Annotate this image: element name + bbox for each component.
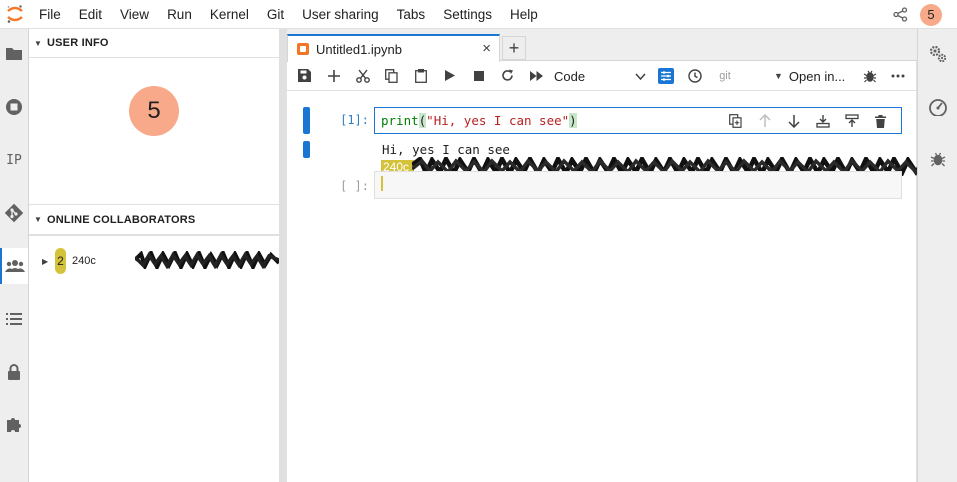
caret-down-icon: ▼ bbox=[34, 215, 43, 224]
property-inspector-icon[interactable] bbox=[918, 36, 957, 72]
redacted-scribble bbox=[135, 251, 279, 269]
menu-user-sharing[interactable]: User sharing bbox=[293, 0, 388, 29]
online-collaborators-header[interactable]: ▼ ONLINE COLLABORATORS bbox=[29, 204, 279, 236]
caret-down-icon: ▼ bbox=[774, 71, 783, 81]
delete-cell-icon[interactable] bbox=[866, 111, 895, 131]
caret-right-icon[interactable]: ▶ bbox=[42, 257, 52, 266]
menubar-right: 5 bbox=[886, 0, 957, 29]
menu-run[interactable]: Run bbox=[158, 0, 201, 29]
duplicate-cell-icon[interactable] bbox=[721, 111, 750, 131]
collaborator-badge: 2 bbox=[55, 248, 66, 274]
panel-splitter[interactable] bbox=[279, 29, 287, 482]
jupyter-logo-icon[interactable] bbox=[0, 0, 30, 29]
open-in-menu[interactable]: ▼ Open in... bbox=[774, 61, 845, 91]
git-icon[interactable] bbox=[0, 195, 28, 231]
notebook-cells: [1]: print("Hi, yes I can see") Hi, yes … bbox=[287, 91, 932, 482]
folder-icon[interactable] bbox=[0, 35, 28, 71]
tab-bar: Untitled1.ipynb × + bbox=[287, 29, 917, 62]
cell-type-value: Code bbox=[554, 68, 586, 84]
clock-icon[interactable] bbox=[685, 61, 705, 91]
code-close-paren: ) bbox=[569, 113, 577, 128]
tab-untitled1[interactable]: Untitled1.ipynb × bbox=[287, 34, 500, 62]
move-up-icon[interactable] bbox=[750, 111, 779, 131]
menu-kernel[interactable]: Kernel bbox=[201, 0, 258, 29]
table-of-contents-icon[interactable] bbox=[0, 301, 28, 337]
add-cell-icon[interactable] bbox=[319, 62, 348, 90]
output-collapser[interactable] bbox=[303, 141, 310, 158]
extensions-icon[interactable] bbox=[0, 406, 28, 442]
git-diff-button[interactable]: git bbox=[715, 61, 735, 91]
debugger-icon[interactable] bbox=[918, 141, 957, 177]
input-prompt: [ ]: bbox=[340, 179, 369, 193]
menu-edit[interactable]: Edit bbox=[70, 0, 111, 29]
cell-toolbar bbox=[721, 111, 895, 131]
user-info-title: USER INFO bbox=[47, 37, 109, 49]
code-string: "Hi, yes I can see" bbox=[426, 113, 570, 128]
ip-label: IP bbox=[6, 152, 22, 168]
collaborators-icon[interactable] bbox=[0, 248, 28, 284]
input-collapser[interactable] bbox=[303, 107, 310, 134]
collaborator-cursor bbox=[381, 176, 383, 191]
stop-icon[interactable] bbox=[464, 62, 493, 90]
add-tab-button[interactable]: + bbox=[502, 36, 526, 60]
insert-below-icon[interactable] bbox=[837, 111, 866, 131]
save-icon[interactable] bbox=[290, 62, 319, 90]
restart-run-all-icon[interactable] bbox=[522, 62, 551, 90]
code-cell-editor[interactable]: print("Hi, yes I can see") bbox=[374, 107, 902, 134]
collaborator-name: 240c bbox=[72, 255, 96, 267]
cell-output: Hi, yes I can see bbox=[382, 142, 510, 157]
cell-type-select[interactable]: Code bbox=[554, 65, 646, 87]
caret-down-icon: ▼ bbox=[34, 38, 43, 48]
debugger-toggle-icon[interactable] bbox=[859, 61, 881, 91]
share-icon[interactable] bbox=[886, 1, 914, 29]
menu-view[interactable]: View bbox=[111, 0, 158, 29]
notebook-toolbar: Code git ▼ Open in... bbox=[287, 61, 917, 91]
menu-git[interactable]: Git bbox=[258, 0, 293, 29]
run-icon[interactable] bbox=[435, 62, 464, 90]
code-line: print("Hi, yes I can see") bbox=[381, 113, 577, 128]
kernel-usage-icon[interactable] bbox=[918, 89, 957, 125]
online-collaborators-title: ONLINE COLLABORATORS bbox=[47, 213, 196, 226]
menu-tabs[interactable]: Tabs bbox=[388, 0, 435, 29]
tab-title: Untitled1.ipynb bbox=[316, 41, 402, 57]
chevron-down-icon bbox=[635, 69, 646, 84]
move-down-icon[interactable] bbox=[779, 111, 808, 131]
jupyterlab-window: File Edit View Run Kernel Git User shari… bbox=[0, 0, 957, 482]
user-info-header[interactable]: ▼ USER INFO bbox=[29, 29, 279, 58]
code-function: print bbox=[381, 113, 419, 128]
close-icon[interactable]: × bbox=[482, 40, 491, 57]
empty-code-cell-editor[interactable] bbox=[374, 171, 902, 199]
notebook-area: Untitled1.ipynb × + Code git ▼ Open in..… bbox=[287, 29, 932, 482]
copy-icon[interactable] bbox=[377, 62, 406, 90]
property-toggle-icon[interactable] bbox=[655, 61, 677, 91]
main-menu: File Edit View Run Kernel Git User shari… bbox=[30, 0, 547, 29]
right-activity-bar bbox=[917, 29, 957, 482]
collaboration-side-panel: ▼ USER INFO 5 ▼ ONLINE COLLABORATORS ▶ 2… bbox=[29, 29, 279, 482]
git-label: git bbox=[719, 70, 731, 82]
current-user-avatar[interactable]: 5 bbox=[920, 3, 942, 26]
user-info-avatar: 5 bbox=[129, 86, 179, 136]
more-options-icon[interactable] bbox=[887, 61, 909, 91]
notebook-file-icon bbox=[297, 43, 309, 55]
menu-settings[interactable]: Settings bbox=[434, 0, 501, 29]
input-prompt: [1]: bbox=[340, 113, 369, 127]
menu-bar: File Edit View Run Kernel Git User shari… bbox=[0, 0, 957, 29]
paste-icon[interactable] bbox=[406, 62, 435, 90]
left-activity-bar: IP bbox=[0, 29, 29, 482]
open-in-label: Open in... bbox=[788, 68, 846, 84]
insert-above-icon[interactable] bbox=[808, 111, 837, 131]
ip-icon[interactable]: IP bbox=[0, 142, 28, 178]
lock-icon[interactable] bbox=[0, 354, 28, 390]
menu-file[interactable]: File bbox=[30, 0, 70, 29]
restart-icon[interactable] bbox=[493, 62, 522, 90]
cut-icon[interactable] bbox=[348, 62, 377, 90]
running-sessions-icon[interactable] bbox=[0, 89, 28, 125]
menu-help[interactable]: Help bbox=[501, 0, 547, 29]
